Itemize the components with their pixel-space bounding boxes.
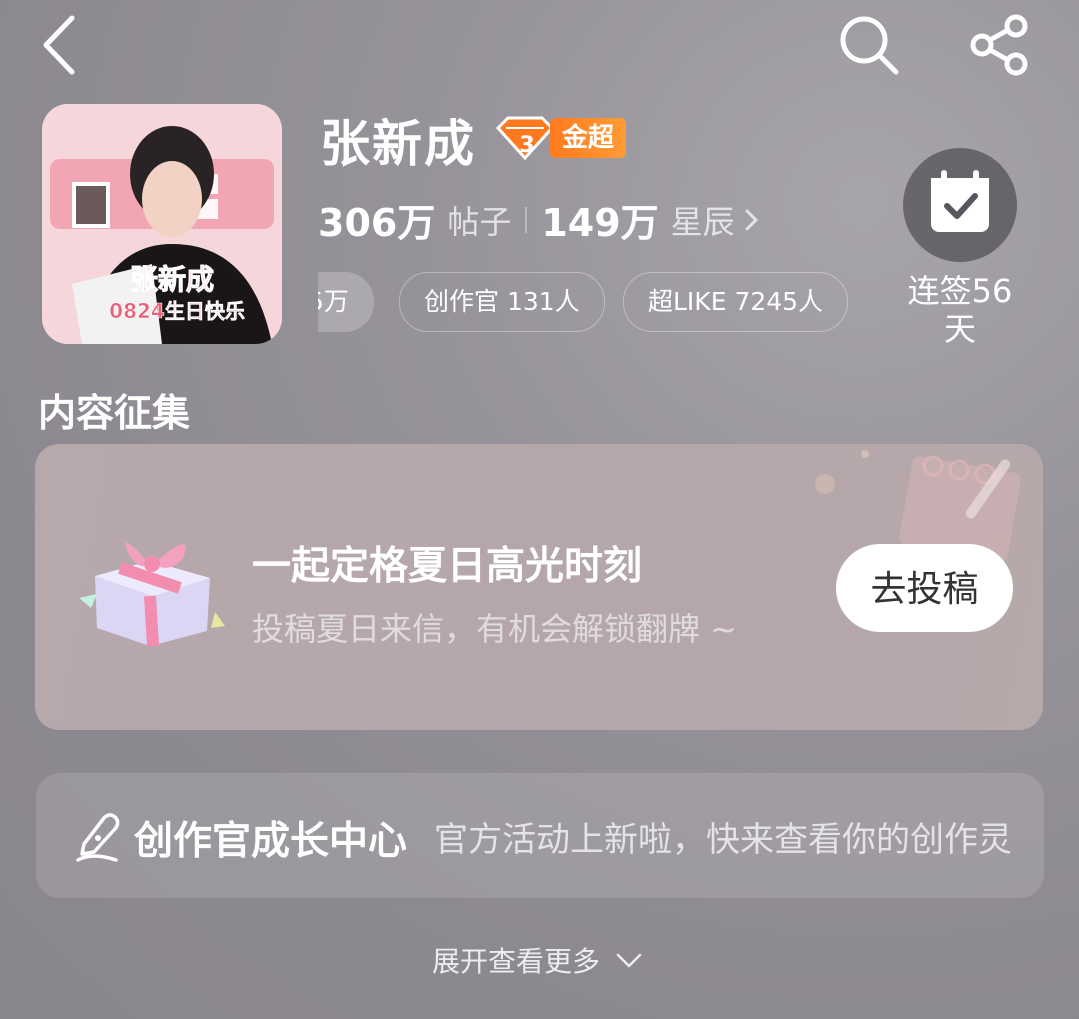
calendar-check-icon [931,170,989,232]
svg-text:3: 3 [519,133,534,158]
avatar-image: 张新成 0824生日快乐 [42,104,282,344]
collect-card-title: 一起定格夏日高光时刻 [252,544,643,589]
submit-button[interactable]: 去投稿 [836,544,1013,632]
expand-more-button[interactable]: 展开查看更多 [432,940,644,980]
pen-edit-icon [76,813,120,862]
gift-box-icon [79,542,225,647]
diamond-badge-icon: 3 [495,116,555,161]
chip-creators[interactable]: 创作官 131人 [399,272,605,332]
chip-super-like[interactable]: 超LIKE 7245人 [623,272,849,332]
posts-unit: 帖子 [447,202,512,241]
topic-title: 张新成 [320,115,476,173]
stars-unit: 星辰 [670,202,735,241]
expand-more-label: 展开查看更多 [432,945,601,978]
topic-avatar[interactable]: 张新成 0824生日快乐 [42,104,282,344]
avatar-caption-name: 张新成 [130,263,214,296]
stat-chips: 5万 创作官 131人 超LIKE 7245人 [318,272,878,332]
chevron-down-icon [616,953,642,968]
posts-count: 306万 [318,201,436,245]
growth-center-title: 创作官成长中心 [134,819,408,864]
search-icon[interactable] [836,12,902,78]
growth-center-description: 官方活动上新啦，快来查看你的创作灵 [434,820,1012,860]
back-icon[interactable] [38,14,82,76]
chip-fans[interactable]: 5万 [318,272,374,332]
stars-count: 149万 [541,201,659,245]
badge-label: 金超 [550,118,627,158]
section-title: 内容征集 [38,391,191,435]
level-badge[interactable]: 3 金超 [494,114,627,162]
avatar-caption-date: 0824生日快乐 [109,299,245,323]
share-icon[interactable] [968,14,1032,76]
checkin-button[interactable] [903,148,1017,262]
stats-divider [525,206,528,233]
collect-card-subtitle: 投稿夏日来信，有机会解锁翻牌 ~ [252,610,737,648]
topic-stats[interactable]: 306万 帖子 149万 星辰 [318,192,763,247]
chevron-right-icon [745,209,758,230]
checkin-label: 连签56天 [907,272,1013,348]
